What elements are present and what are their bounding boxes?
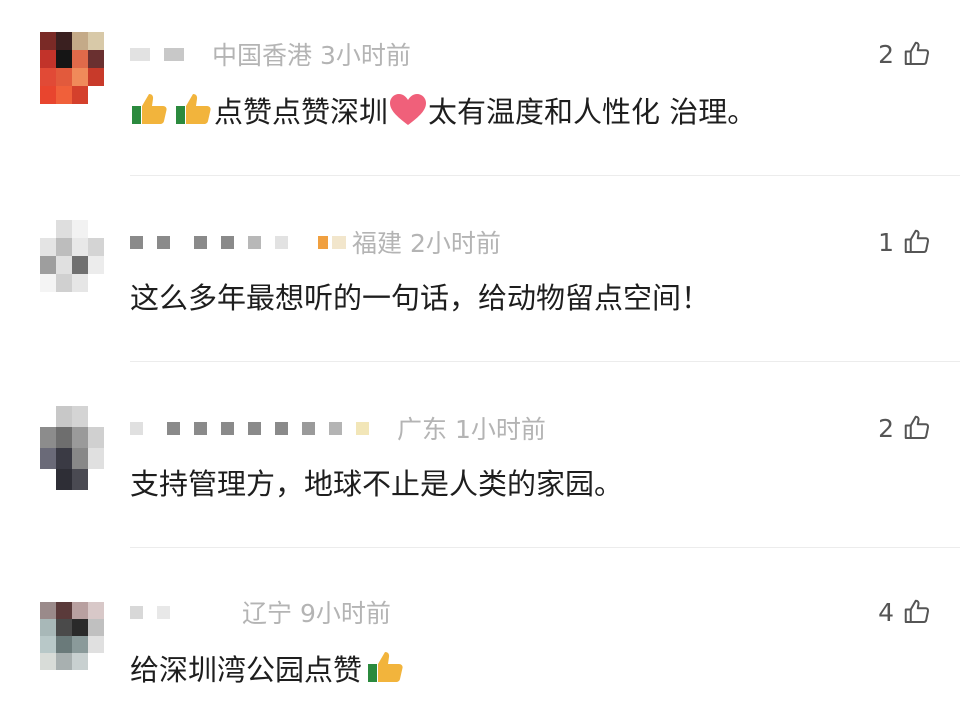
- thumbs-up-icon: [176, 94, 211, 124]
- blurred-username: [194, 421, 207, 435]
- comment-location: 广东: [397, 415, 448, 444]
- like-button[interactable]: 4: [878, 592, 932, 632]
- thumbs-up-outline-icon: [904, 229, 930, 253]
- comment-time: 1小时前: [455, 415, 546, 444]
- comment-meta: 辽宁 9小时前: [130, 592, 391, 632]
- comment-list: 中国香港 3小时前 2 点赞点赞深圳 太有温度和人性化 治理。 福建 2小时前 …: [0, 0, 960, 716]
- comment-meta: 福建 2小时前: [130, 222, 501, 262]
- like-count: 2: [878, 413, 894, 443]
- blurred-username: [164, 47, 184, 61]
- blurred-username: [167, 421, 180, 435]
- comment-meta: 广东 1小时前: [130, 408, 546, 448]
- blurred-username: [248, 235, 261, 249]
- thumbs-up-outline-icon: [904, 41, 930, 65]
- blurred-username: [356, 421, 369, 435]
- heart-icon: [390, 94, 427, 125]
- comment-location: 福建: [352, 229, 403, 258]
- like-button[interactable]: 2: [878, 408, 932, 448]
- like-count: 2: [878, 39, 894, 69]
- blurred-username: [130, 421, 143, 435]
- comment-text: 给深圳湾公园点赞: [130, 653, 363, 687]
- blurred-username: [130, 47, 150, 61]
- blurred-username: [194, 235, 207, 249]
- like-count: 1: [878, 227, 894, 257]
- comment-item: 广东 1小时前 2 支持管理方，地球不止是人类的家园。: [0, 362, 960, 547]
- blurred-username: [221, 235, 234, 249]
- thumbs-up-icon: [132, 94, 167, 124]
- like-button[interactable]: 2: [878, 34, 932, 74]
- comment-item: 辽宁 9小时前 4 给深圳湾公园点赞: [0, 548, 960, 716]
- thumbs-up-outline-icon: [904, 599, 930, 623]
- comment-time: 2小时前: [410, 229, 501, 258]
- comment-text: 这么多年最想听的一句话，给动物留点空间！: [130, 281, 711, 315]
- blurred-username: [130, 235, 143, 249]
- thumbs-up-icon: [368, 652, 403, 682]
- comment-body: 支持管理方，地球不止是人类的家园。: [130, 462, 623, 506]
- blurred-username: [332, 235, 346, 249]
- avatar[interactable]: [40, 32, 104, 104]
- blurred-username: [275, 235, 288, 249]
- like-count: 4: [878, 597, 894, 627]
- comment-body: 这么多年最想听的一句话，给动物留点空间！: [130, 276, 710, 320]
- blurred-username: [275, 421, 288, 435]
- comment-item: 中国香港 3小时前 2 点赞点赞深圳 太有温度和人性化 治理。: [0, 0, 960, 175]
- comment-text: 点赞点赞深圳: [214, 95, 389, 129]
- thumbs-up-outline-icon: [904, 415, 930, 439]
- blurred-username: [130, 605, 143, 619]
- blurred-username: [221, 421, 234, 435]
- comment-body: 点赞点赞深圳 太有温度和人性化 治理。: [130, 90, 756, 134]
- blurred-username: [302, 421, 315, 435]
- comment-text: 支持管理方，地球不止是人类的家园。: [130, 467, 624, 501]
- blurred-username: [157, 235, 170, 249]
- comment-time: 9小时前: [300, 599, 391, 628]
- comment-meta: 中国香港 3小时前: [130, 34, 411, 74]
- comment-text-continued: 太有温度和人性化 治理。: [428, 95, 757, 129]
- comment-item: 福建 2小时前 1 这么多年最想听的一句话，给动物留点空间！: [0, 176, 960, 361]
- comment-body: 给深圳湾公园点赞: [130, 648, 406, 692]
- comment-location: 辽宁: [242, 599, 293, 628]
- blurred-username: [248, 421, 261, 435]
- blurred-username: [318, 235, 328, 249]
- avatar[interactable]: [40, 602, 104, 670]
- avatar[interactable]: [40, 406, 104, 490]
- avatar[interactable]: [40, 220, 104, 292]
- blurred-username: [157, 605, 170, 619]
- comment-time: 3小时前: [320, 41, 411, 70]
- comment-location: 中国香港: [212, 41, 313, 70]
- blurred-username: [329, 421, 342, 435]
- like-button[interactable]: 1: [878, 222, 932, 262]
